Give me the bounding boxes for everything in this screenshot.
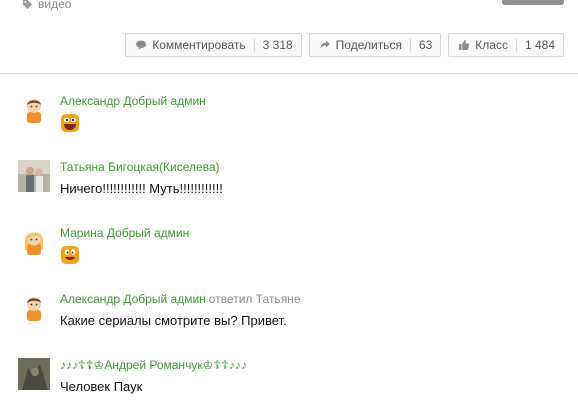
boy-avatar-icon [27,99,41,123]
comment-count: 3 318 [253,38,301,52]
comment-author[interactable]: Татьяна Бигоцкая(Киселева) [60,160,560,174]
top-bar: видео [0,0,578,20]
like-count: 1 484 [515,38,563,52]
comment-label: Комментировать [152,38,246,52]
avatar[interactable] [18,292,50,324]
tag-label: видео [38,0,72,11]
laughing-smiley-icon [60,113,80,133]
top-button-edge[interactable] [502,0,564,5]
boy-avatar-icon [27,297,41,321]
speech-bubble-icon [136,40,147,50]
comment-author[interactable]: ♪♪♪☦☦♔Андрей Романчук♔☦☦♪♪♪ [60,358,560,372]
comment-button[interactable]: Комментировать 3 318 [125,33,302,57]
like-button[interactable]: Класс 1 484 [448,33,564,57]
avatar[interactable] [18,358,50,390]
divider [0,73,578,74]
share-label: Поделиться [335,38,402,52]
share-button[interactable]: Поделиться 63 [308,33,442,57]
reply-to[interactable]: ответил Татьяне [209,292,301,306]
user-photo [18,358,50,390]
girl-avatar-icon [25,232,43,255]
comment-text: Какие сериалы смотрите вы? Привет. [60,313,287,328]
like-label: Класс [475,38,508,52]
comment-author[interactable]: Марина Добрый админ [60,226,560,240]
avatar[interactable] [18,160,50,192]
comment-author[interactable]: Александр Добрый админ ответил Татьяне [60,292,560,306]
share-count: 63 [409,38,440,52]
action-bar: Комментировать 3 318 Поделиться 63 Класс… [125,33,564,57]
video-tag[interactable]: видео [22,0,71,11]
comment-author[interactable]: Александр Добрый админ [60,94,560,108]
thumbs-up-icon [459,40,470,50]
comment-text: Ничего!!!!!!!!!!!! Муть!!!!!!!!!!!! [60,181,223,196]
grinning-smiley-icon [60,245,80,265]
tag-icon [22,0,33,9]
user-photo [18,160,50,192]
avatar[interactable] [18,226,50,258]
comment-text: Человек Паук [60,379,143,394]
avatar[interactable] [18,94,50,126]
share-arrow-icon [319,40,330,49]
